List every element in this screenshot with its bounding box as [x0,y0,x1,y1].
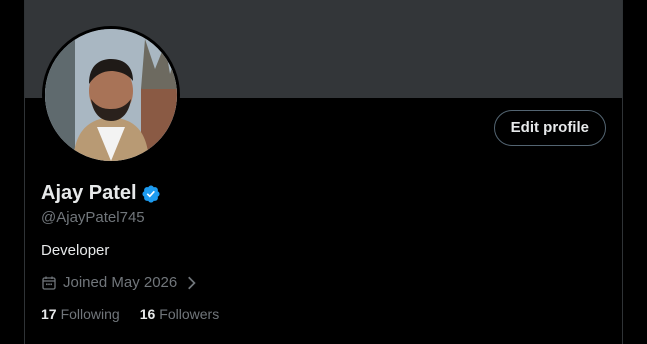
profile-column: Edit profile Ajay Patel @AjayPatel745 De… [24,0,623,344]
avatar-photo [45,29,177,161]
profile-bio: Developer [41,242,110,259]
following-count: 17 [41,306,57,322]
calendar-icon [42,276,56,290]
followers-label: Followers [159,306,220,322]
verified-badge-icon[interactable] [141,184,161,204]
joined-date-row[interactable]: Joined May 2026 [41,274,205,291]
edit-profile-button[interactable]: Edit profile [493,110,606,146]
followers-count: 16 [139,306,156,322]
profile-handle: @AjayPatel745 [41,209,145,226]
name-row: Ajay Patel [41,182,161,205]
display-name: Ajay Patel [41,182,137,204]
following-label: Following [60,306,120,322]
followers-link[interactable]: 16 Followers [140,306,219,322]
joined-date: Joined May 2026 [63,274,178,291]
chevron-right-icon [188,276,196,289]
follow-stats: 17 Following 16 Followers [41,306,239,322]
profile-avatar[interactable] [42,26,180,164]
following-link[interactable]: 17 Following [41,306,120,322]
